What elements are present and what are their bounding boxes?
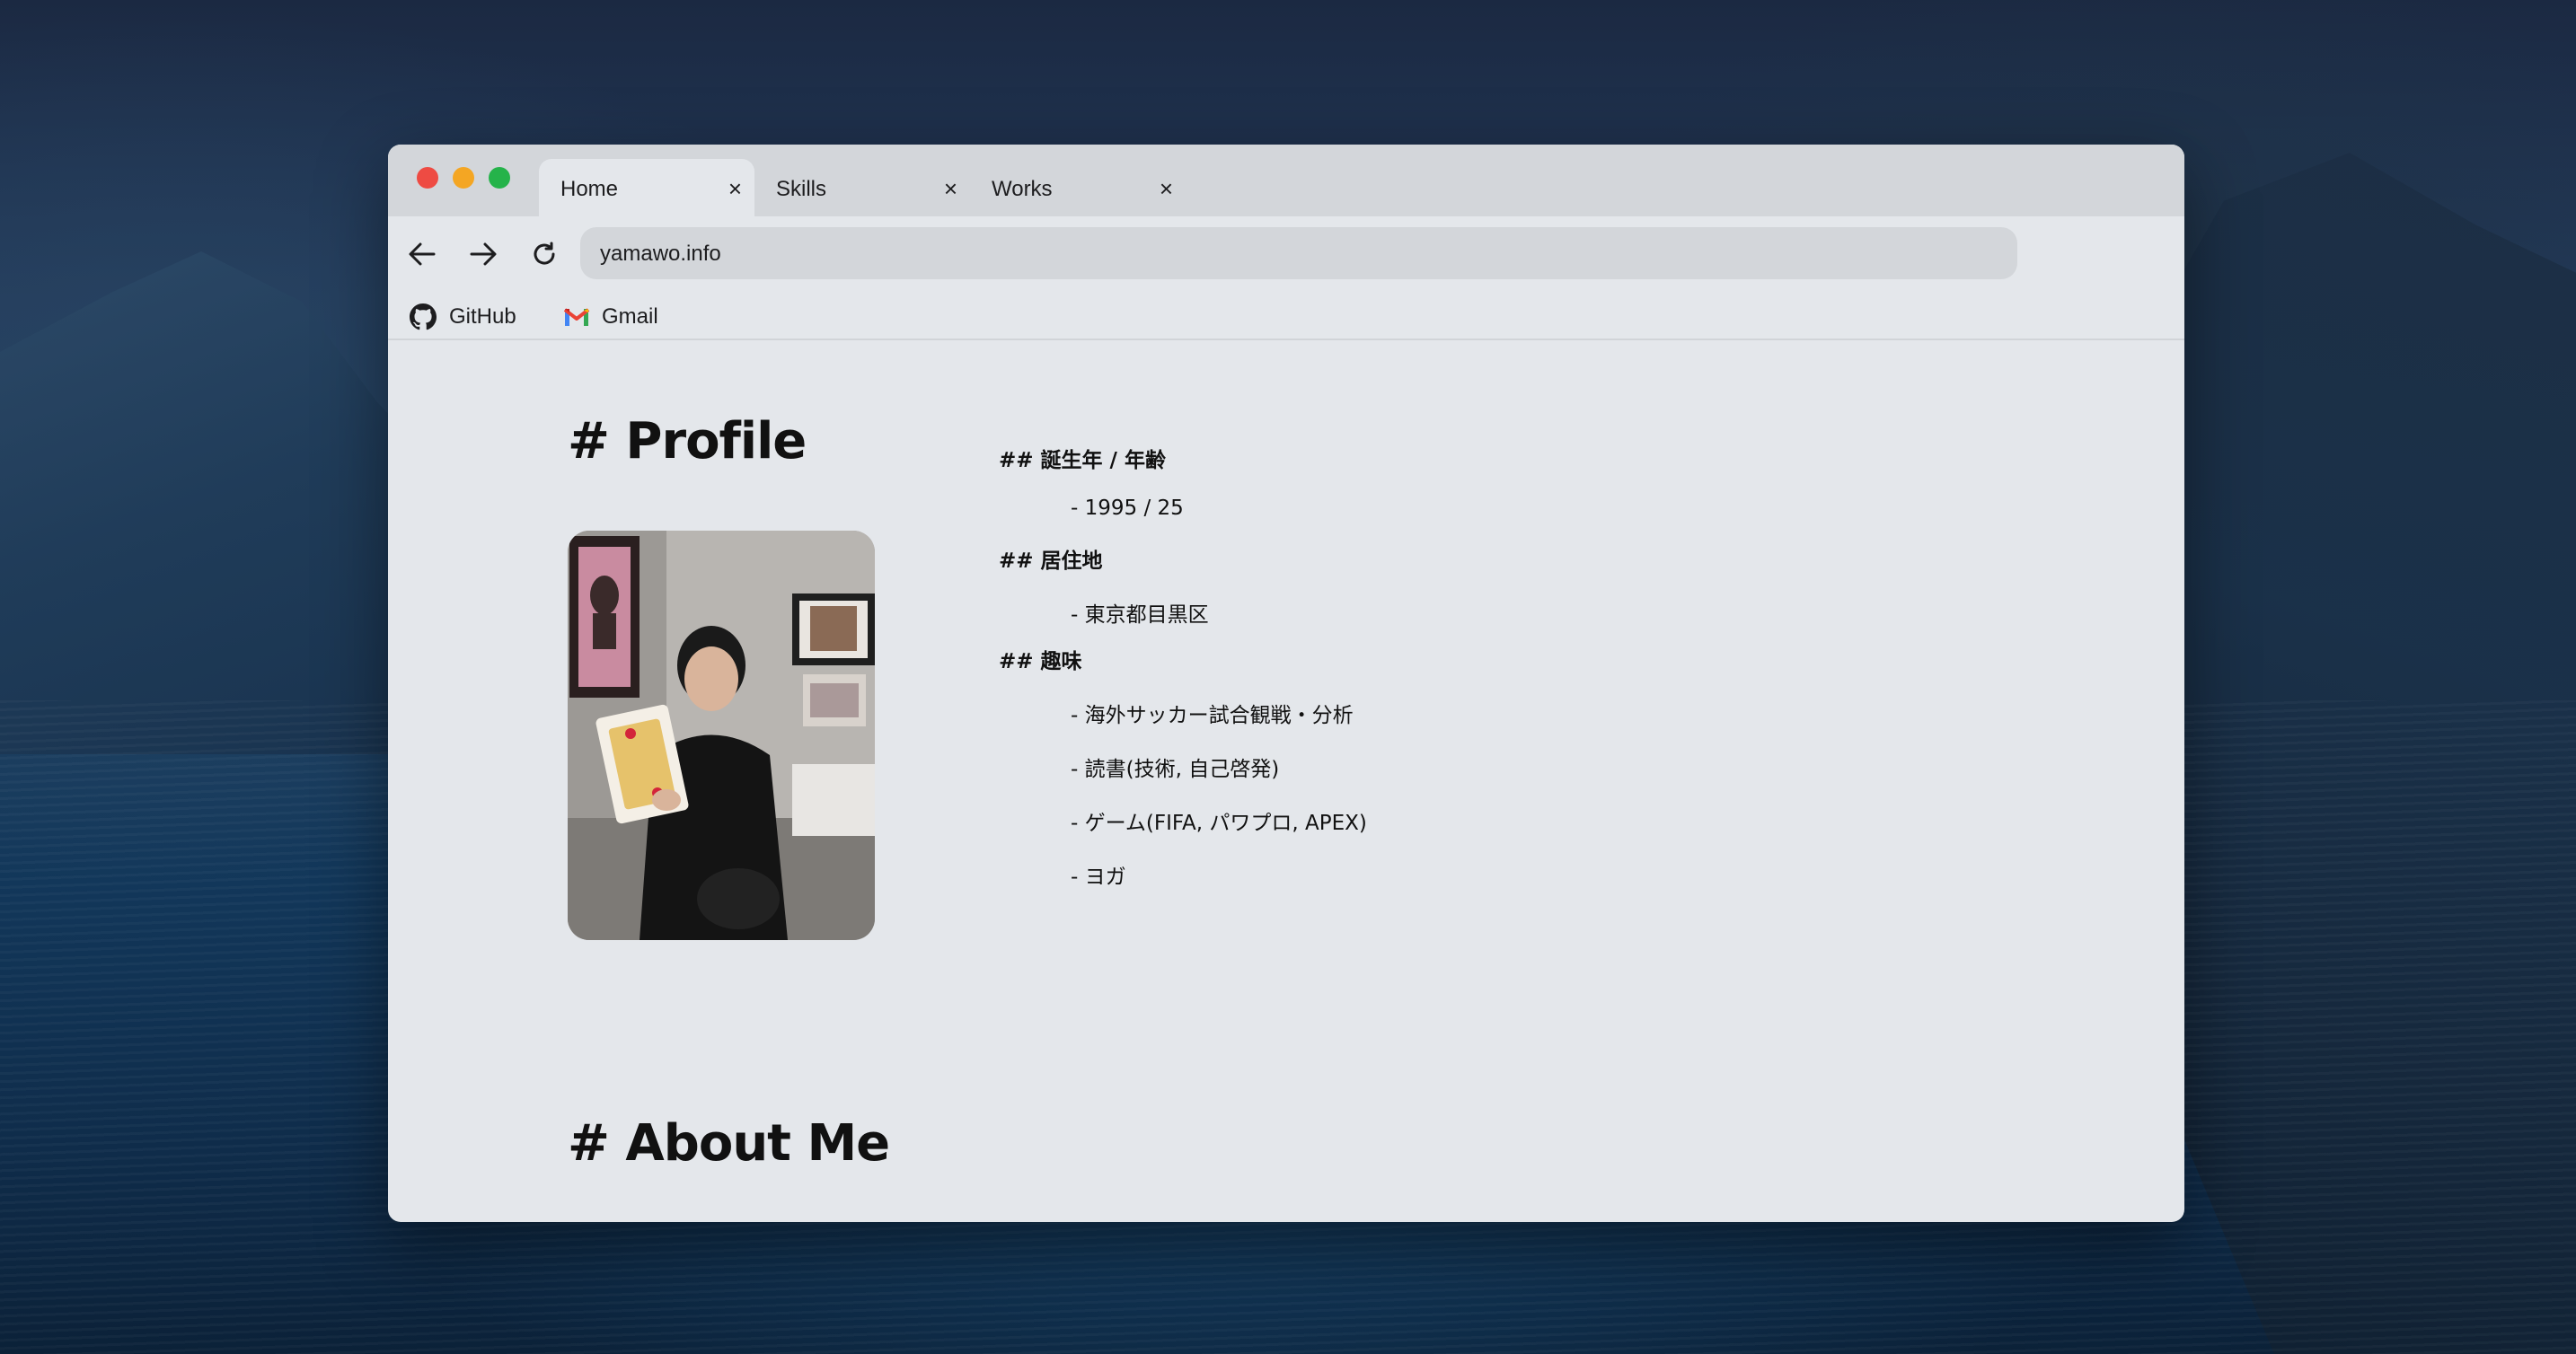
reload-button[interactable]: [526, 236, 562, 272]
github-icon: [410, 303, 437, 330]
list-item: - 1995 / 25: [1071, 497, 1184, 520]
page-content: # Profile ## 誕生年 / 年齢 - 1995 / 25 ## 居住地…: [388, 342, 2184, 1222]
tab-label: Home: [560, 177, 619, 201]
tab-bar: Home × Skills × Works ×: [388, 145, 2184, 216]
address-text: yamawo.info: [600, 242, 721, 266]
tab-works[interactable]: Works ×: [970, 159, 1186, 216]
list-item: - ヨガ: [1071, 866, 1126, 889]
hobbies-heading: ## 趣味: [999, 650, 1082, 673]
about-heading: # About Me: [568, 1114, 890, 1173]
reload-icon: [534, 242, 555, 265]
residence-heading: ## 居住地: [999, 550, 1103, 573]
forward-button[interactable]: [465, 236, 501, 272]
browser-window: Home × Skills × Works × yamawo.info GitH…: [388, 145, 2184, 1222]
arrow-right-icon: [470, 242, 497, 266]
list-item: - 海外サッカー試合観戦・分析: [1071, 704, 1354, 727]
bookmark-gmail[interactable]: Gmail: [564, 301, 658, 333]
back-button[interactable]: [404, 236, 440, 272]
close-window-button[interactable]: [417, 167, 438, 189]
profile-photo: [568, 531, 875, 940]
tab-home[interactable]: Home ×: [539, 159, 754, 216]
minimize-window-button[interactable]: [453, 167, 474, 189]
tab-skills[interactable]: Skills ×: [754, 159, 970, 216]
tab-close-icon[interactable]: ×: [728, 177, 742, 200]
list-item: - 東京都目黒区: [1071, 603, 1209, 627]
bookmark-label: GitHub: [449, 304, 516, 329]
gmail-icon: [564, 308, 589, 326]
maximize-window-button[interactable]: [489, 167, 510, 189]
arrow-left-icon: [409, 242, 436, 266]
tab-close-icon[interactable]: ×: [944, 177, 957, 200]
list-item: - ゲーム(FIFA, パワプロ, APEX): [1071, 812, 1367, 835]
bookmark-label: Gmail: [602, 304, 658, 329]
address-bar[interactable]: yamawo.info: [580, 227, 2017, 279]
tab-close-icon[interactable]: ×: [1160, 177, 1173, 200]
bookmarks-bar: GitHub Gmail: [388, 294, 2184, 340]
bookmark-github[interactable]: GitHub: [410, 301, 516, 333]
tab-label: Skills: [776, 177, 827, 201]
profile-heading: # Profile: [568, 412, 807, 470]
birth-year-heading: ## 誕生年 / 年齢: [999, 449, 1166, 472]
profile-photo-image: [568, 531, 875, 940]
list-item: - 読書(技術, 自己啓発): [1071, 758, 1280, 781]
tab-label: Works: [992, 177, 1053, 201]
